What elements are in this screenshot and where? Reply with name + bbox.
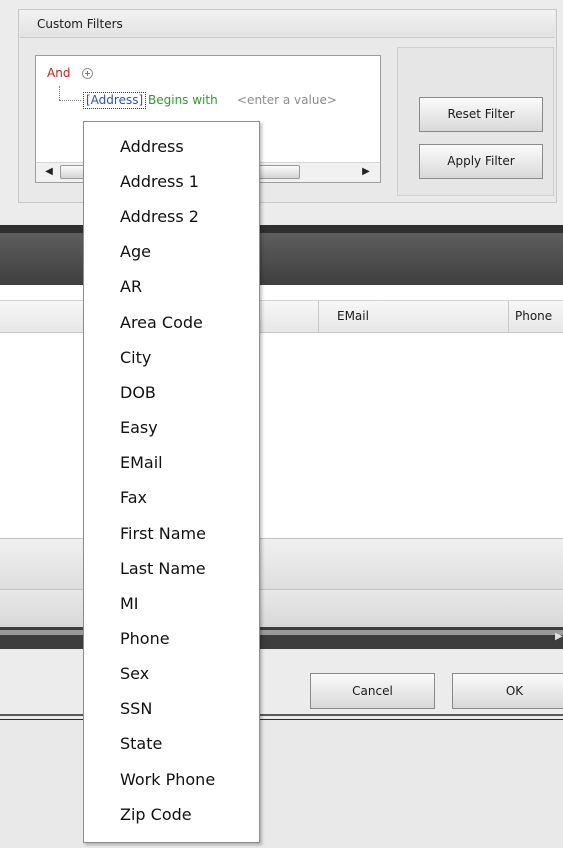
dropdown-item-easy[interactable]: Easy	[120, 418, 158, 437]
dropdown-item-ar[interactable]: AR	[120, 277, 142, 296]
condition-operator[interactable]: Begins with	[148, 93, 218, 107]
dropdown-item-state[interactable]: State	[120, 734, 162, 753]
add-condition-icon[interactable]	[82, 68, 93, 79]
dropdown-item-zip-code[interactable]: Zip Code	[120, 805, 192, 824]
scroll-left-icon[interactable]: ◀	[40, 164, 58, 180]
condition-value[interactable]: <enter a value>	[237, 93, 379, 107]
dropdown-item-mi[interactable]: MI	[120, 594, 139, 613]
scroll-right-icon[interactable]: ▶	[357, 164, 375, 180]
dropdown-item-address-2[interactable]: Address 2	[120, 207, 199, 226]
column-divider[interactable]	[318, 301, 319, 332]
column-header-phone[interactable]: Phone	[515, 309, 552, 323]
tree-connector-line	[59, 100, 81, 101]
ok-button[interactable]: OK	[452, 673, 563, 709]
dropdown-item-address-1[interactable]: Address 1	[120, 172, 199, 191]
dropdown-item-work-phone[interactable]: Work Phone	[120, 770, 215, 789]
expand-arrow-icon[interactable]: ▶	[555, 631, 563, 642]
dropdown-item-city[interactable]: City	[120, 348, 151, 367]
apply-filter-button[interactable]: Apply Filter	[419, 144, 543, 179]
dropdown-item-ssn[interactable]: SSN	[120, 699, 152, 718]
dropdown-item-area-code[interactable]: Area Code	[120, 313, 203, 332]
dropdown-item-fax[interactable]: Fax	[120, 488, 147, 507]
dropdown-item-last-name[interactable]: Last Name	[120, 559, 206, 578]
custom-filters-title: Custom Filters	[20, 10, 555, 38]
column-divider[interactable]	[508, 301, 509, 332]
condition-field[interactable]: [Address]	[83, 92, 147, 109]
group-operator-and[interactable]: And	[47, 66, 70, 80]
reset-filter-button[interactable]: Reset Filter	[419, 97, 543, 132]
field-dropdown[interactable]: Address Address 1 Address 2 Age AR Area …	[83, 121, 260, 843]
cancel-button[interactable]: Cancel	[310, 673, 435, 709]
dropdown-item-age[interactable]: Age	[120, 242, 151, 261]
dropdown-item-dob[interactable]: DOB	[120, 383, 156, 402]
dropdown-item-email[interactable]: EMail	[120, 453, 163, 472]
dropdown-item-address[interactable]: Address	[120, 137, 184, 156]
tree-connector-line	[59, 86, 60, 100]
dropdown-item-phone[interactable]: Phone	[120, 629, 170, 648]
dropdown-item-first-name[interactable]: First Name	[120, 524, 206, 543]
dropdown-item-sex[interactable]: Sex	[120, 664, 149, 683]
column-header-email[interactable]: EMail	[337, 309, 369, 323]
